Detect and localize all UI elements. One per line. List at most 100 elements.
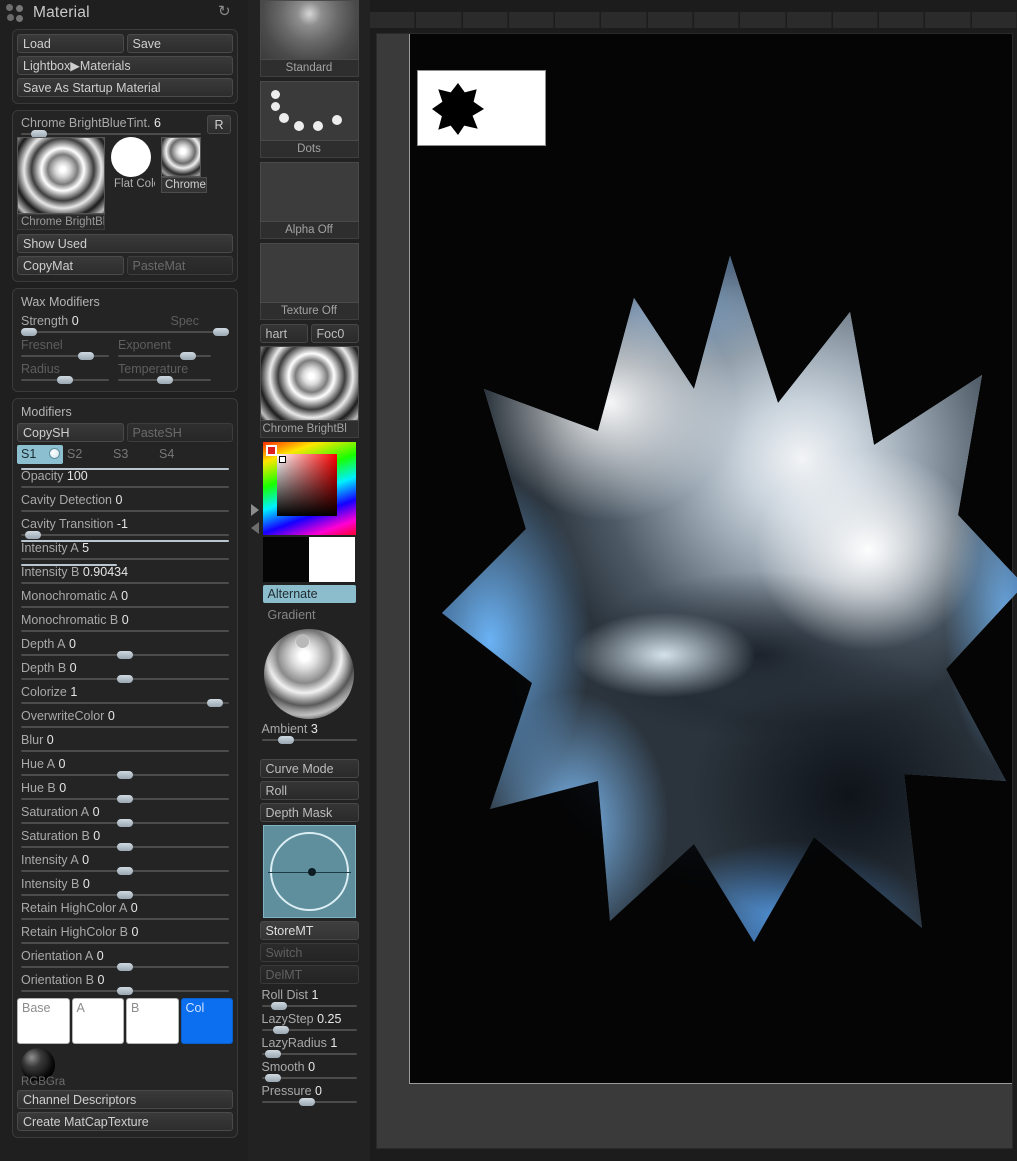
modifier-slider-orientation-a[interactable]: Orientation A 0 <box>17 948 233 972</box>
modifier-knob[interactable] <box>117 675 133 683</box>
ambient-knob[interactable] <box>278 736 294 744</box>
modifier-slider-hue-a[interactable]: Hue A 0 <box>17 756 233 780</box>
texture-selector[interactable]: Texture Off <box>260 243 359 320</box>
top-shelf-tab[interactable] <box>370 12 415 28</box>
palette-collapse-handle[interactable] <box>250 500 260 542</box>
modifier-track[interactable] <box>21 510 229 512</box>
switch-button[interactable]: Switch <box>260 943 359 962</box>
orientation-center-dot[interactable] <box>308 868 316 876</box>
channel-base[interactable]: Base <box>17 998 70 1044</box>
modifier-slider-depth-b[interactable]: Depth B 0 <box>17 660 233 684</box>
material-r-button[interactable]: R <box>207 115 231 134</box>
top-shelf-tab[interactable] <box>555 12 600 28</box>
refresh-icon[interactable]: ↻ <box>218 4 234 20</box>
modifier-slider-blur[interactable]: Blur 0 <box>17 732 233 756</box>
channel-b[interactable]: B <box>126 998 179 1044</box>
curve-mode-button[interactable]: Curve Mode <box>260 759 359 778</box>
shelf-slider-lazystep[interactable]: LazyStep 0.25 <box>260 1011 359 1035</box>
modifier-track[interactable] <box>21 486 229 488</box>
brush-thumbnail[interactable] <box>260 0 359 60</box>
top-shelf-tab[interactable] <box>648 12 693 28</box>
copy-sh-button[interactable]: CopySH <box>17 423 124 442</box>
modifier-track[interactable] <box>21 630 229 632</box>
top-shelf-tab[interactable] <box>463 12 508 28</box>
modifier-knob[interactable] <box>117 651 133 659</box>
ambient-track[interactable] <box>262 739 357 741</box>
paste-sh-button[interactable]: PasteSH <box>127 423 234 442</box>
material-name-slider[interactable]: Chrome BrightBlueTint. 6 R <box>17 115 233 137</box>
modifier-slider-saturation-a[interactable]: Saturation A 0 <box>17 804 233 828</box>
modifier-knob[interactable] <box>117 843 133 851</box>
top-shelf-tab[interactable] <box>416 12 461 28</box>
shelf-slider-knob[interactable] <box>265 1074 281 1082</box>
wax-exponent-knob[interactable] <box>180 352 196 360</box>
channel-a[interactable]: A <box>72 998 125 1044</box>
star-alpha-thumbnail[interactable] <box>417 70 546 146</box>
modifier-knob[interactable] <box>117 819 133 827</box>
modifier-slider-retain-highcolor-a[interactable]: Retain HighColor A 0 <box>17 900 233 924</box>
four-dots-icon[interactable] <box>6 4 25 23</box>
top-shelf-tab[interactable] <box>787 12 832 28</box>
shelf-slider-smooth[interactable]: Smooth 0 <box>260 1059 359 1083</box>
focal-shift-button[interactable]: Foc0 <box>311 324 359 343</box>
modifier-knob[interactable] <box>117 891 133 899</box>
wax-fresnel-track[interactable] <box>21 355 109 357</box>
orientation-pad[interactable] <box>263 825 356 918</box>
chart-button[interactable]: hart <box>260 324 308 343</box>
modifier-slider-depth-a[interactable]: Depth A 0 <box>17 636 233 660</box>
top-shelf-tab[interactable] <box>925 12 970 28</box>
modifier-slider-opacity[interactable]: Opacity 100 <box>17 468 233 492</box>
load-button[interactable]: Load <box>17 34 124 53</box>
depth-mask-button[interactable]: Depth Mask <box>260 803 359 822</box>
material-selector[interactable]: Chrome BrightBl <box>260 346 359 438</box>
alpha-selector[interactable]: Alpha Off <box>260 162 359 239</box>
modifier-slider-saturation-b[interactable]: Saturation B 0 <box>17 828 233 852</box>
modifier-track[interactable] <box>21 942 229 944</box>
modifier-knob[interactable] <box>117 987 133 995</box>
material-name-track[interactable] <box>21 133 201 135</box>
modifier-track[interactable] <box>21 918 229 920</box>
modifier-track[interactable] <box>21 582 229 584</box>
primary-color-indicator[interactable] <box>266 445 277 456</box>
shelf-slider-pressure[interactable]: Pressure 0 <box>260 1083 359 1107</box>
wax-fresnel-exponent-row[interactable]: Fresnel Exponent <box>17 337 233 361</box>
chevron-left-icon[interactable] <box>251 522 259 534</box>
light-sphere[interactable] <box>264 629 354 719</box>
modifier-knob[interactable] <box>207 699 223 707</box>
primary-color-swatch[interactable] <box>309 537 355 582</box>
lightbox-materials-button[interactable]: Lightbox▶Materials <box>17 56 233 75</box>
store-mt-button[interactable]: StoreMT <box>260 921 359 940</box>
modifier-slider-retain-highcolor-b[interactable]: Retain HighColor B 0 <box>17 924 233 948</box>
brush-selector[interactable]: Standard <box>260 0 359 77</box>
flat-color-swatch[interactable] <box>111 137 151 177</box>
modifier-track[interactable] <box>21 750 229 752</box>
paste-mat-button[interactable]: PasteMat <box>127 256 234 275</box>
modifier-track[interactable] <box>21 534 229 536</box>
modifier-track[interactable] <box>21 702 229 704</box>
save-button[interactable]: Save <box>127 34 234 53</box>
shader-tab-s2[interactable]: S2 <box>63 445 109 464</box>
chrome-blue-star-blob[interactable] <box>430 249 1017 949</box>
modifier-slider-cavity-transition[interactable]: Cavity Transition -1 <box>17 516 233 540</box>
copy-mat-button[interactable]: CopyMat <box>17 256 124 275</box>
ambient-slider[interactable]: Ambient 3 <box>260 721 359 745</box>
shader-tab-s1[interactable]: S1 <box>17 445 63 464</box>
material-shelf-thumbnail[interactable] <box>260 346 359 421</box>
color-picker[interactable] <box>263 442 356 535</box>
channel-descriptors-button[interactable]: Channel Descriptors <box>17 1090 233 1109</box>
shelf-slider-roll-dist[interactable]: Roll Dist 1 <box>260 987 359 1011</box>
modifier-slider-intensity-a[interactable]: Intensity A 0 <box>17 852 233 876</box>
modifier-slider-overwritecolor[interactable]: OverwriteColor 0 <box>17 708 233 732</box>
del-mt-button[interactable]: DelMT <box>260 965 359 984</box>
texture-thumbnail[interactable] <box>260 243 359 303</box>
wax-strength-slider[interactable]: Strength 0 Spec <box>17 313 233 337</box>
modifier-slider-monochromatic-b[interactable]: Monochromatic B 0 <box>17 612 233 636</box>
modifier-slider-intensity-b[interactable]: Intensity B 0 <box>17 876 233 900</box>
shader-tab-s3[interactable]: S3 <box>109 445 155 464</box>
top-shelf-tab[interactable] <box>601 12 646 28</box>
top-shelf-tab[interactable] <box>972 12 1017 28</box>
wax-strength-knob[interactable] <box>21 328 37 336</box>
top-shelf-tab[interactable] <box>740 12 785 28</box>
modifier-track[interactable] <box>21 726 229 728</box>
shelf-slider-lazyradius[interactable]: LazyRadius 1 <box>260 1035 359 1059</box>
